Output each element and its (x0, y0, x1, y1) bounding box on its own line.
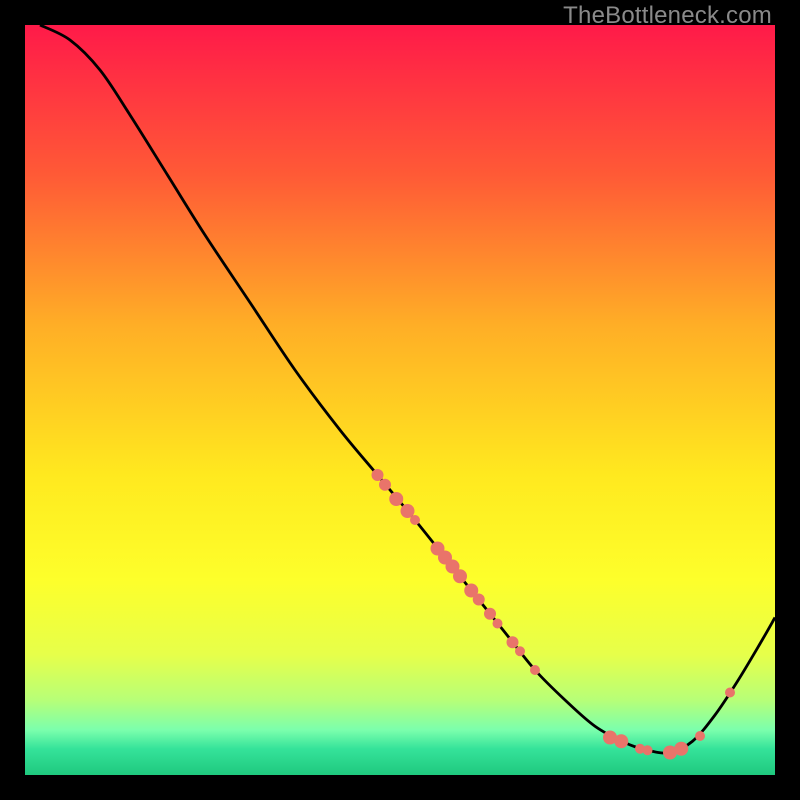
watermark-text: TheBottleneck.com (563, 2, 772, 30)
data-point (530, 665, 540, 675)
data-point (614, 734, 628, 748)
data-point (674, 742, 688, 756)
gradient-background (25, 25, 775, 775)
data-point (389, 492, 403, 506)
data-point (453, 569, 467, 583)
data-point (410, 515, 420, 525)
data-point (379, 479, 391, 491)
data-point (493, 619, 503, 629)
data-point (484, 608, 496, 620)
data-point (507, 636, 519, 648)
data-point (372, 469, 384, 481)
data-point (725, 688, 735, 698)
data-point (515, 646, 525, 656)
data-point (473, 594, 485, 606)
bottleneck-chart (25, 25, 775, 775)
data-point (643, 745, 653, 755)
data-point (695, 731, 705, 741)
chart-frame (25, 25, 775, 775)
